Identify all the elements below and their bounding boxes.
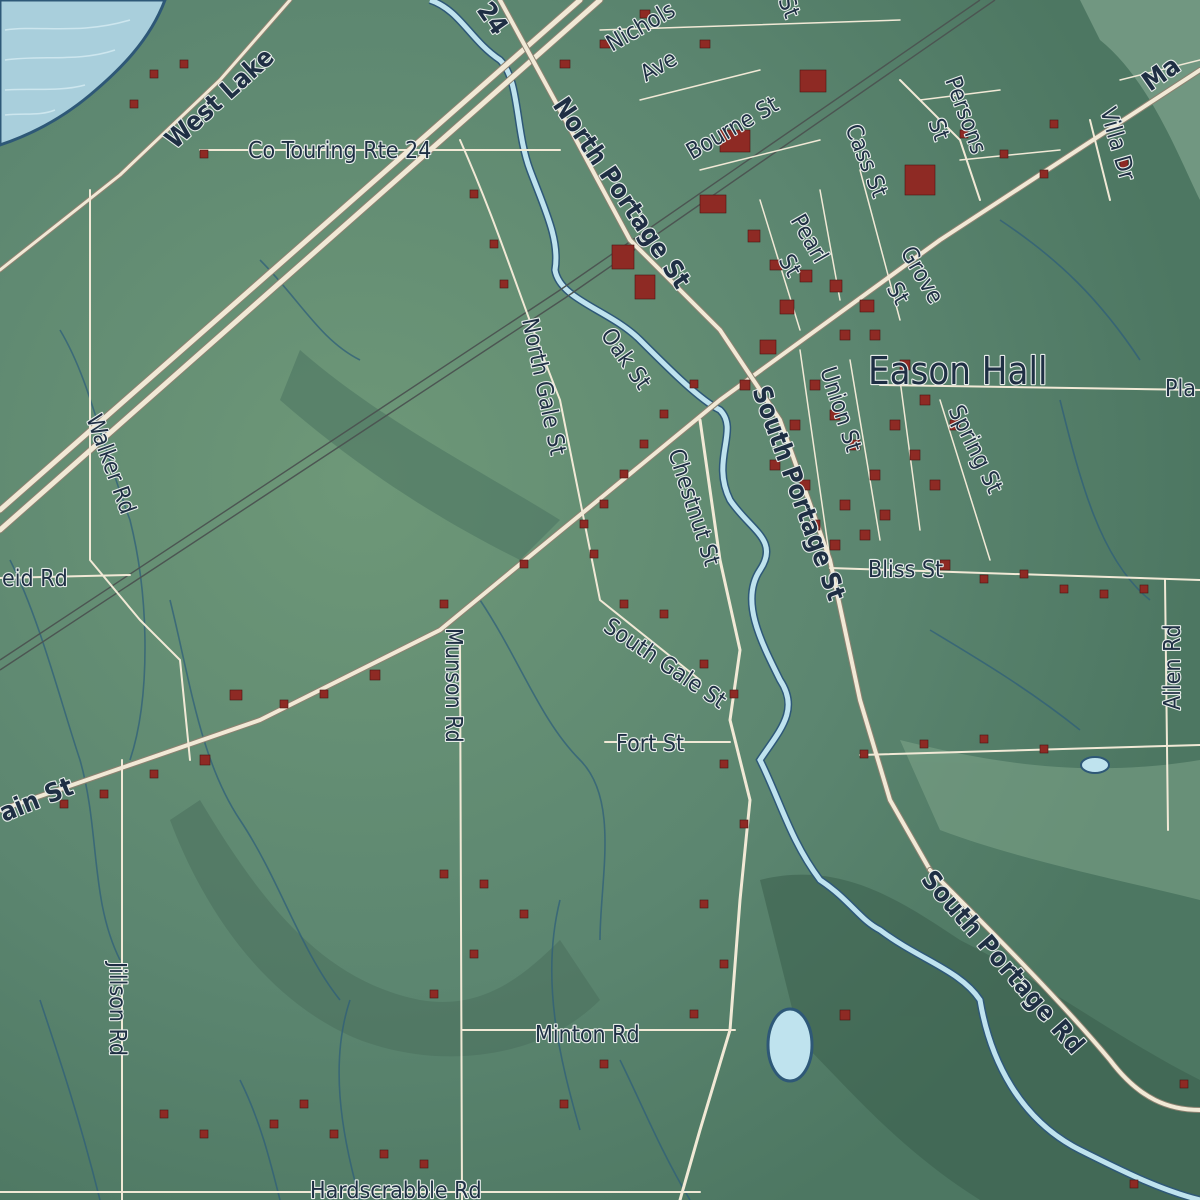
- road-label-allen-rd: Allen Rd: [1160, 624, 1186, 710]
- road-label-bliss-st: Bliss St: [868, 557, 943, 583]
- place-label-eason-hall: Eason Hall: [868, 349, 1047, 393]
- road-label-fort-st: Fort St: [616, 731, 684, 757]
- pond-minton: [766, 1007, 814, 1083]
- road-label-touring-rte: Co Touring Rte 24: [248, 138, 431, 164]
- road-label-jillson-rd: Jillson Rd: [104, 960, 130, 1056]
- road-label-hardscrabble-rd: Hardscrabble Rd: [310, 1178, 482, 1200]
- road-label-minton-rd: Minton Rd: [535, 1022, 640, 1048]
- topographic-map[interactable]: Eason Hall West Lake Co Touring Rte 24 2…: [0, 0, 1200, 1200]
- road-label-reid-rd: eid Rd: [2, 566, 68, 592]
- road-label-pla: Pla: [1165, 376, 1196, 402]
- pond-east: [1080, 756, 1110, 774]
- road-label-munson-rd: Munson Rd: [440, 628, 466, 743]
